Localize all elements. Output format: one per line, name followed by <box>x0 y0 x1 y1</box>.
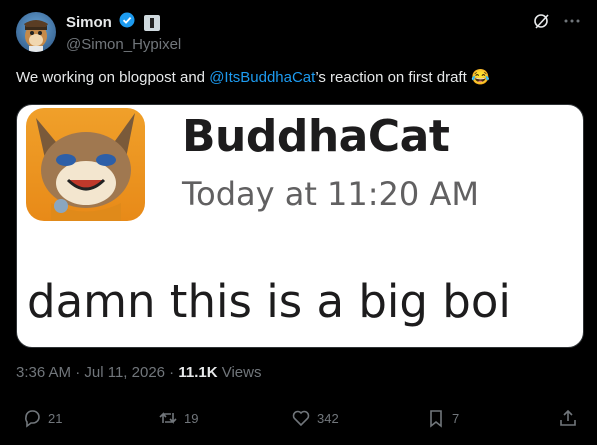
share-icon <box>560 409 576 426</box>
reply-button[interactable]: 21 <box>22 408 62 428</box>
handle[interactable]: @Simon_Hypixel <box>66 36 181 53</box>
tweet-time[interactable]: 3:36 AM <box>16 364 71 381</box>
tweet-header: Simon @Simon_Hypixel <box>16 10 581 54</box>
verified-badge-icon <box>119 12 135 33</box>
grok-icon[interactable] <box>533 12 551 35</box>
reply-icon <box>25 410 40 428</box>
bookmark-icon <box>430 410 442 428</box>
tweet-text: We working on blogpost and @ItsBuddhaCat… <box>16 68 581 88</box>
heart-icon <box>292 410 310 427</box>
slack-timestamp: Today at 11:20 AM <box>182 175 479 213</box>
buddhacat-avatar <box>26 108 145 221</box>
tweet-meta: 3:36 AM · Jul 11, 2026 · 11.1K Views <box>16 364 261 381</box>
separator: · <box>165 364 179 381</box>
repost-count: 19 <box>184 410 199 426</box>
like-count: 342 <box>317 410 339 426</box>
more-options-icon[interactable] <box>563 12 581 35</box>
share-button[interactable] <box>558 408 578 428</box>
separator: · <box>71 364 85 381</box>
bookmark-count: 7 <box>452 410 460 426</box>
affiliation-badge-icon[interactable] <box>143 14 160 31</box>
views-count: 11.1K <box>178 364 218 381</box>
tweet-actions: 21 19 342 7 <box>16 408 581 438</box>
bookmark-button[interactable]: 7 <box>426 408 459 428</box>
tweet-text-part: We working on blogpost and <box>16 69 210 86</box>
reply-count: 21 <box>48 410 63 426</box>
tweet-date[interactable]: Jul 11, 2026 <box>84 364 165 381</box>
views-label: Views <box>217 364 262 381</box>
author-names: Simon @Simon_Hypixel <box>66 12 181 53</box>
like-button[interactable]: 342 <box>291 408 339 428</box>
avatar[interactable] <box>16 12 56 52</box>
laughing-emoji: 😂 <box>470 69 490 86</box>
slack-username: BuddhaCat <box>182 111 450 162</box>
repost-button[interactable]: 19 <box>158 408 198 428</box>
repost-icon <box>159 412 177 424</box>
header-actions <box>533 12 581 35</box>
display-name[interactable]: Simon <box>66 14 112 31</box>
slack-message: damn this is a big boi <box>27 275 511 328</box>
tweet-media-image[interactable]: BuddhaCat Today at 11:20 AM damn this is… <box>16 104 584 348</box>
tweet-text-part: ’s reaction on first draft <box>315 69 471 86</box>
mention-link[interactable]: @ItsBuddhaCat <box>209 69 315 86</box>
